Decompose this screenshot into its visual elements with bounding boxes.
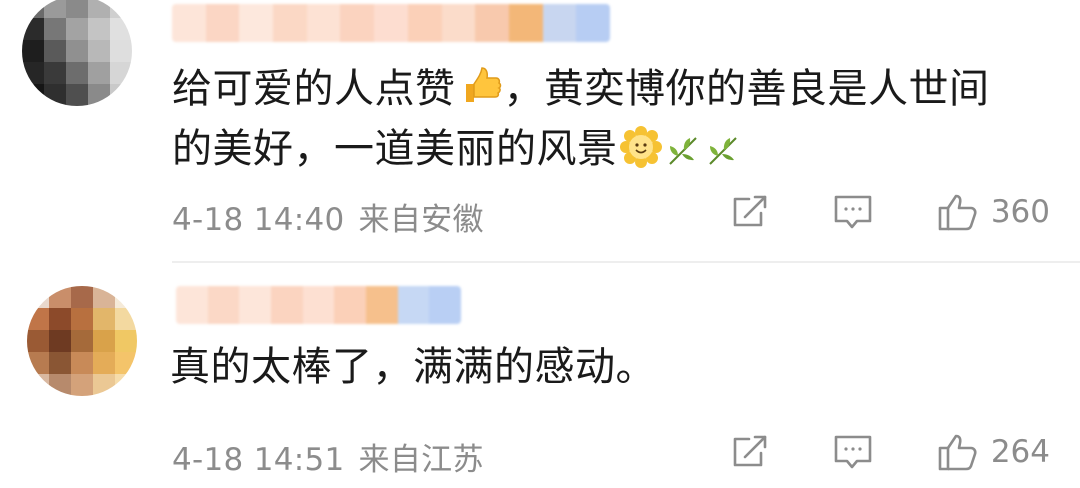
like-icon — [938, 194, 977, 231]
username-blurred[interactable] — [172, 4, 610, 42]
comment-text-line1b: ，黄奕博你的善良是人世间 — [503, 66, 990, 112]
thumbs-up-emoji — [458, 64, 502, 122]
share-icon — [733, 435, 767, 467]
comment-text-line2: 的美好，一道美丽的风景 — [172, 126, 618, 172]
like-button[interactable]: 360 — [937, 192, 1050, 232]
comment-text-line1: 给可爱的人点赞 — [172, 66, 456, 112]
comment-actions: 264 — [731, 432, 1050, 472]
comment-location: 来自安徽 — [358, 202, 484, 238]
comment-location: 来自江苏 — [358, 442, 484, 478]
like-button[interactable]: 264 — [937, 432, 1050, 472]
comment-icon — [834, 195, 872, 229]
avatar[interactable] — [27, 286, 137, 396]
share-button[interactable] — [731, 193, 769, 231]
sun-flower-emoji — [619, 126, 662, 182]
comment-meta: 4-18 14:40 来自安徽 — [172, 194, 484, 239]
comment-item: 真的太棒了，满满的感动。 4-18 14:51 来自江苏 264 — [0, 262, 1080, 488]
comment-text: 真的太棒了，满满的感动。 — [170, 344, 656, 390]
like-count: 264 — [990, 434, 1050, 470]
comment-actions: 360 — [731, 192, 1050, 232]
reply-button[interactable] — [833, 193, 873, 231]
comment-date: 4-18 14:40 — [172, 202, 345, 238]
comment-meta: 4-18 14:51 来自江苏 — [172, 434, 484, 479]
share-button[interactable] — [731, 433, 769, 471]
comment-text: 给可爱的人点赞 ，黄奕博你的善良是人世间 的美好，一道美丽的风景 — [172, 62, 1052, 182]
reply-button[interactable] — [833, 433, 873, 471]
like-icon — [938, 434, 977, 471]
comment-item: 给可爱的人点赞 ，黄奕博你的善良是人世间 的美好，一道美丽的风景 4-18 14:… — [0, 0, 1080, 262]
avatar[interactable] — [22, 0, 132, 106]
like-count: 360 — [990, 194, 1050, 230]
share-icon — [733, 195, 767, 227]
comment-date: 4-18 14:51 — [172, 442, 345, 478]
leaf-emoji — [706, 128, 742, 182]
username-blurred[interactable] — [176, 286, 461, 324]
leaf-emoji — [666, 128, 702, 182]
comment-icon — [834, 435, 872, 469]
